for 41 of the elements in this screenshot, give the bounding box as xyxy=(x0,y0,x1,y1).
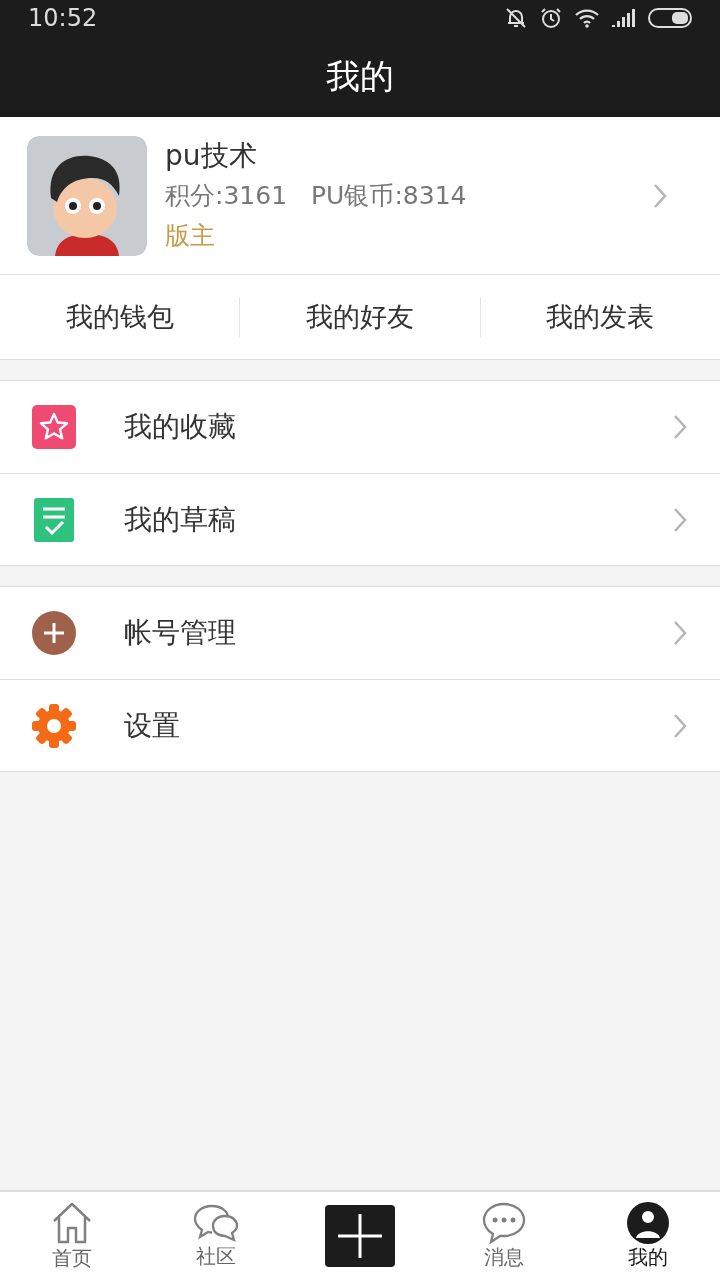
plus-circle-icon xyxy=(32,611,76,655)
menu-row[interactable]: 设置 xyxy=(0,679,720,771)
menu-row[interactable]: 我的草稿 xyxy=(0,473,720,565)
document-check-icon xyxy=(34,497,74,542)
gear-icon xyxy=(32,703,76,748)
chevron-right-icon xyxy=(653,182,667,209)
status-time: 10:52 xyxy=(28,3,98,34)
role-text: 版主 xyxy=(165,219,216,252)
tab-button[interactable]: 社区 xyxy=(193,1203,239,1269)
chevron-right-icon xyxy=(673,506,687,533)
shortcut-button[interactable]: 我的钱包 xyxy=(65,296,174,338)
wifi-icon xyxy=(574,8,600,28)
bell-muted-icon xyxy=(504,6,528,30)
profile-card[interactable]: pu技术 积分:3161 PU银币:8314 版主 xyxy=(0,117,720,275)
add-button[interactable] xyxy=(325,1205,395,1267)
chat-bubbles-icon xyxy=(193,1203,239,1243)
menu-label: 设置 xyxy=(124,707,181,744)
page-title: 我的 xyxy=(326,55,394,98)
chat-dots-icon xyxy=(482,1202,526,1244)
menu-row[interactable]: 我的收藏 xyxy=(0,381,720,473)
tab-button[interactable]: 消息 xyxy=(482,1202,526,1270)
tab-button[interactable]: 我的 xyxy=(627,1202,669,1270)
menu-row[interactable]: 帐号管理 xyxy=(0,587,720,679)
avatar-icon xyxy=(627,1202,669,1244)
tab-button[interactable]: 首页 xyxy=(51,1201,93,1271)
user-name: pu技术 xyxy=(165,137,258,174)
coins-text: PU银币:8314 xyxy=(311,179,467,212)
menu-label: 帐号管理 xyxy=(124,615,237,651)
shortcut-button[interactable]: 我的好友 xyxy=(306,296,414,338)
chevron-right-icon xyxy=(673,620,687,646)
alarm-icon xyxy=(540,7,562,29)
menu-label: 我的收藏 xyxy=(124,409,237,445)
battery-icon xyxy=(648,8,692,28)
signal-icon xyxy=(612,9,636,27)
shortcut-button[interactable]: 我的发表 xyxy=(546,296,655,338)
chevron-right-icon xyxy=(673,414,687,440)
points-text: 积分:3161 xyxy=(165,179,288,212)
menu-label: 我的草稿 xyxy=(124,501,237,538)
plus-icon xyxy=(338,1214,382,1258)
chevron-right-icon xyxy=(673,712,687,739)
home-icon xyxy=(51,1201,93,1245)
